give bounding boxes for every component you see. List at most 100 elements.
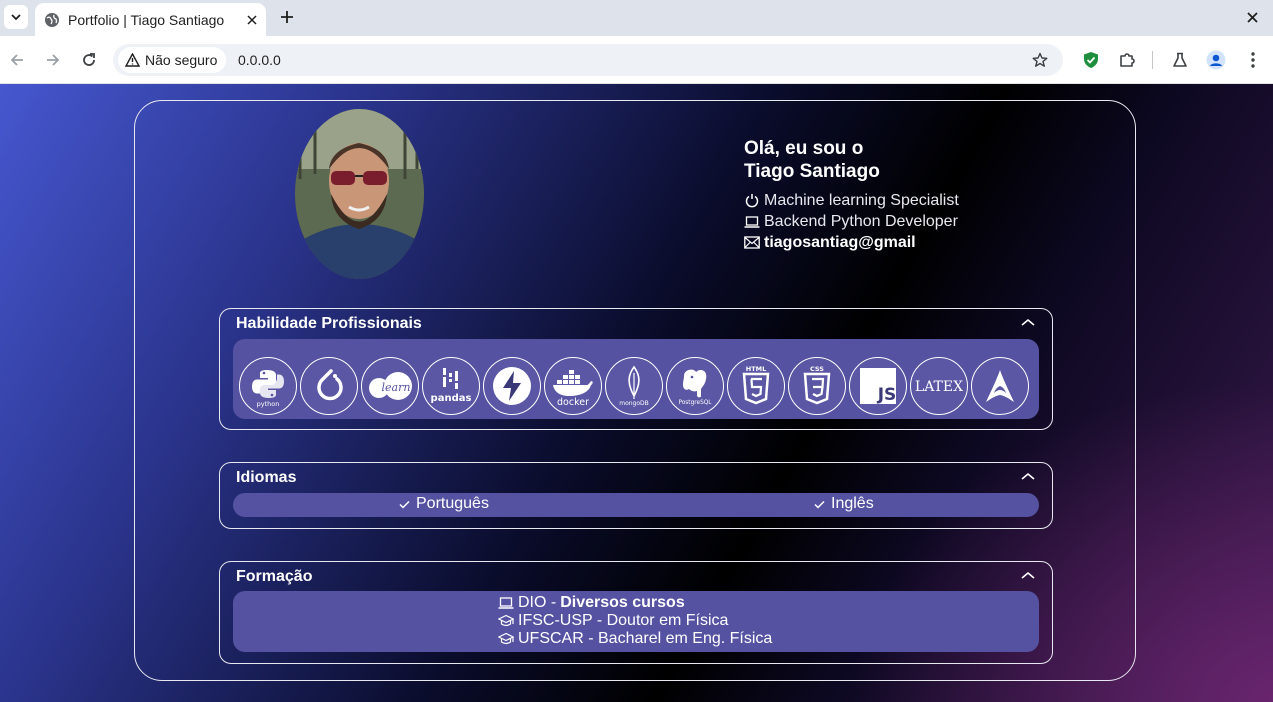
education-item-text: IFSC-USP - Doutor em Física xyxy=(518,612,729,629)
arrow-right-icon xyxy=(47,54,60,66)
language-english-label: Inglês xyxy=(831,495,874,512)
shield-check-icon xyxy=(1084,52,1098,68)
envelope-icon xyxy=(744,236,760,249)
tab-search-button[interactable] xyxy=(4,5,28,29)
education-item-text: DIO - xyxy=(518,594,557,611)
fastapi-icon xyxy=(483,357,541,415)
education-panel: DIO - Diversos cursos IFSC-USP - Doutor … xyxy=(233,591,1039,652)
toolbar-divider xyxy=(1152,51,1153,69)
graduation-cap-icon xyxy=(498,632,514,645)
labs-button[interactable] xyxy=(1168,48,1192,72)
chevron-up-icon[interactable] xyxy=(1020,317,1036,329)
latex-label: LATEX xyxy=(915,379,963,395)
tab-title: Portfolio | Tiago Santiago xyxy=(68,11,225,28)
security-chip[interactable]: Não seguro xyxy=(118,47,227,73)
avatar-icon xyxy=(1206,50,1226,70)
pandas-label: pandas xyxy=(431,393,472,404)
power-icon xyxy=(745,193,759,207)
postgresql-label: PostgreSQL xyxy=(678,400,712,406)
extension-shield-button[interactable] xyxy=(1079,48,1103,72)
html5-label: HTML xyxy=(746,365,766,373)
star-icon xyxy=(1032,52,1048,67)
menu-button[interactable] xyxy=(1241,48,1265,72)
css3-label: CSS xyxy=(810,365,824,373)
laptop-icon xyxy=(498,597,514,609)
extensions-button[interactable] xyxy=(1115,48,1139,72)
puzzle-icon xyxy=(1120,53,1135,67)
arch-linux-icon xyxy=(971,357,1029,415)
education-item: DIO - Diversos cursos xyxy=(498,594,772,612)
skills-list: python learn pandas docker mongoDB Postg… xyxy=(239,357,1029,415)
security-label: Não seguro xyxy=(145,52,218,68)
reload-icon xyxy=(83,53,95,66)
arrow-left-icon xyxy=(10,54,23,66)
flask-icon xyxy=(1173,52,1187,67)
chevron-up-icon[interactable] xyxy=(1020,570,1036,582)
pandas-icon: pandas xyxy=(422,357,480,415)
forward-button[interactable] xyxy=(41,48,65,72)
new-tab-button[interactable] xyxy=(276,6,298,28)
email-text: tiagosantiag@gmail xyxy=(764,234,916,251)
back-button[interactable] xyxy=(5,48,29,72)
education-item: UFSCAR - Bacharel em Eng. Física xyxy=(498,630,772,648)
browser-tab[interactable]: Portfolio | Tiago Santiago xyxy=(35,3,266,36)
pytorch-icon xyxy=(300,357,358,415)
tab-strip: Portfolio | Tiago Santiago xyxy=(0,0,1273,36)
check-icon xyxy=(814,500,825,509)
graduation-cap-icon xyxy=(498,614,514,627)
chevron-up-icon[interactable] xyxy=(1020,471,1036,483)
more-vert-icon xyxy=(1251,52,1255,68)
python-label: python xyxy=(257,400,280,408)
role-backend: Backend Python Developer xyxy=(744,211,959,232)
globe-icon xyxy=(44,12,60,28)
language-english: Inglês xyxy=(814,495,874,513)
close-tab-icon[interactable] xyxy=(242,10,262,30)
education-list: DIO - Diversos cursos IFSC-USP - Doutor … xyxy=(498,594,772,648)
chevron-down-icon xyxy=(11,14,21,21)
profile-name: Tiago Santiago xyxy=(744,161,880,182)
education-item-bold: Diversos cursos xyxy=(560,594,685,611)
email-link[interactable]: tiagosantiag@gmail xyxy=(744,232,959,253)
window-close-button[interactable] xyxy=(1241,6,1263,28)
javascript-icon: JS xyxy=(849,357,907,415)
url-text: 0.0.0.0 xyxy=(238,52,281,68)
role-ml-text: Machine learning Specialist xyxy=(764,192,959,209)
greeting: Olá, eu sou o xyxy=(744,138,864,159)
role-backend-text: Backend Python Developer xyxy=(764,213,958,230)
education-item: IFSC-USP - Doutor em Física xyxy=(498,612,772,630)
mongodb-icon: mongoDB xyxy=(605,357,663,415)
scikit-learn-icon: learn xyxy=(361,357,419,415)
skills-panel: python learn pandas docker mongoDB Postg… xyxy=(233,339,1039,419)
bookmark-star-button[interactable] xyxy=(1029,49,1051,71)
reload-button[interactable] xyxy=(77,48,101,72)
javascript-label: JS xyxy=(877,385,897,405)
skills-title: Habilidade Profissionais xyxy=(236,315,422,332)
plus-icon xyxy=(281,11,293,23)
address-bar[interactable]: Não seguro 0.0.0.0 xyxy=(113,44,1063,76)
education-title: Formação xyxy=(236,568,313,585)
browser-toolbar: Não seguro 0.0.0.0 xyxy=(0,36,1273,84)
laptop-icon xyxy=(744,215,760,228)
scikit-learn-label: learn xyxy=(382,381,411,394)
language-portuguese: Português xyxy=(399,495,489,513)
profile-photo xyxy=(295,109,424,279)
python-icon: python xyxy=(239,357,297,415)
warning-icon xyxy=(125,53,140,67)
skills-section: Habilidade Profissionais python learn pa… xyxy=(219,308,1053,430)
docker-icon: docker xyxy=(544,357,602,415)
languages-panel: Português Inglês xyxy=(233,493,1039,517)
page-background: Olá, eu sou o Tiago Santiago Machine lea… xyxy=(0,84,1273,702)
role-ml: Machine learning Specialist xyxy=(744,190,959,211)
intro-block: Olá, eu sou o Tiago Santiago Machine lea… xyxy=(744,137,959,253)
docker-label: docker xyxy=(557,397,589,408)
portfolio-card: Olá, eu sou o Tiago Santiago Machine lea… xyxy=(134,100,1136,681)
check-icon xyxy=(399,500,410,509)
html5-icon: HTML xyxy=(727,357,785,415)
education-section: Formação DIO - Diversos cursos IFSC-USP … xyxy=(219,561,1053,664)
languages-title: Idiomas xyxy=(236,469,297,486)
languages-section: Idiomas Português Inglês xyxy=(219,462,1053,529)
mongodb-label: mongoDB xyxy=(619,400,649,407)
css3-icon: CSS xyxy=(788,357,846,415)
profile-button[interactable] xyxy=(1204,48,1228,72)
latex-icon: LATEX xyxy=(910,357,968,415)
